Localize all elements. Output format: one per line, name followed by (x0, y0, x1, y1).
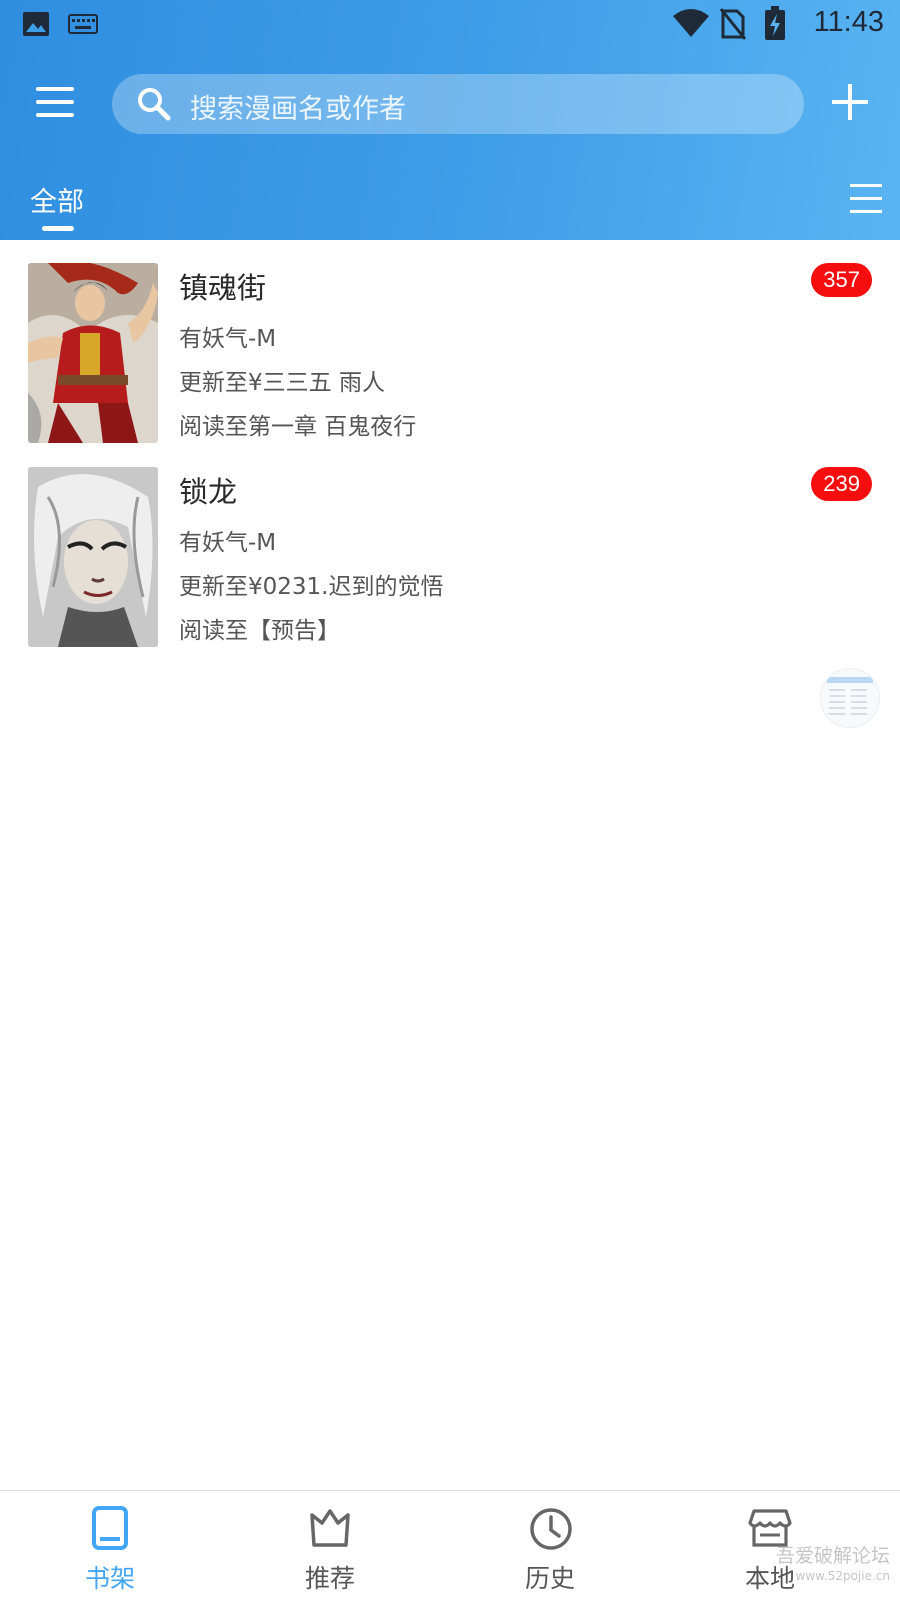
image-icon (22, 10, 50, 42)
unread-count-badge: 239 (811, 467, 872, 501)
clock-icon (528, 1505, 574, 1557)
nav-label: 推荐 (304, 1564, 355, 1593)
wifi-icon (672, 8, 710, 42)
hamburger-menu-icon[interactable] (36, 85, 76, 119)
nav-recommend[interactable]: 推荐 (270, 1491, 390, 1601)
watermark-url: www.52pojie.cn (795, 1569, 890, 1583)
book-latest-update: 更新至¥三三五 雨人 (179, 370, 385, 396)
tab-indicator (42, 226, 74, 231)
tab-all[interactable]: 全部 (30, 180, 84, 219)
book-icon (88, 1505, 132, 1557)
book-read-progress: 阅读至第一章 百鬼夜行 (179, 414, 417, 440)
book-title: 镇魂街 (179, 271, 267, 305)
no-sim-icon (719, 8, 747, 44)
book-author: 有妖气-M (179, 530, 277, 556)
toolbar: 搜索漫画名或作者 (0, 70, 900, 134)
book-cover (28, 263, 158, 443)
nav-label: 书架 (84, 1564, 135, 1593)
book-read-progress: 阅读至【预告】 (179, 618, 340, 644)
floating-preview-thumbnail[interactable] (820, 668, 880, 728)
app-header: 11:43 搜索漫画名或作者 全部 (0, 0, 900, 240)
nav-history[interactable]: 历史 (490, 1491, 610, 1601)
list-item[interactable]: 锁龙 有妖气-M 更新至¥0231.迟到的觉悟 阅读至【预告】 239 (0, 467, 900, 647)
nav-label: 历史 (524, 1564, 575, 1593)
book-latest-update: 更新至¥0231.迟到的觉悟 (179, 574, 444, 600)
list-item[interactable]: 镇魂街 有妖气-M 更新至¥三三五 雨人 阅读至第一章 百鬼夜行 357 (0, 263, 900, 443)
search-placeholder: 搜索漫画名或作者 (190, 94, 406, 125)
nav-bookshelf[interactable]: 书架 (50, 1491, 170, 1601)
search-icon (136, 86, 172, 126)
watermark-text: 吾爱破解论坛 (775, 1545, 890, 1567)
crown-icon (308, 1505, 352, 1557)
status-bar: 11:43 (0, 0, 900, 50)
watermark: 吾爱破解论坛 www.52pojie.cn (776, 1546, 890, 1586)
book-author: 有妖气-M (179, 326, 277, 352)
book-cover (28, 467, 158, 647)
search-input[interactable]: 搜索漫画名或作者 (112, 74, 804, 134)
battery-charging-icon (764, 6, 786, 44)
status-time: 11:43 (813, 6, 884, 38)
list-menu-icon[interactable] (850, 184, 882, 214)
keyboard-icon (68, 14, 98, 38)
plus-icon[interactable] (832, 84, 868, 120)
bottom-navigation: 书架 推荐 历史 本地 (0, 1490, 900, 1601)
book-title: 锁龙 (179, 475, 238, 509)
tab-bar: 全部 (0, 170, 900, 240)
unread-count-badge: 357 (811, 263, 872, 297)
